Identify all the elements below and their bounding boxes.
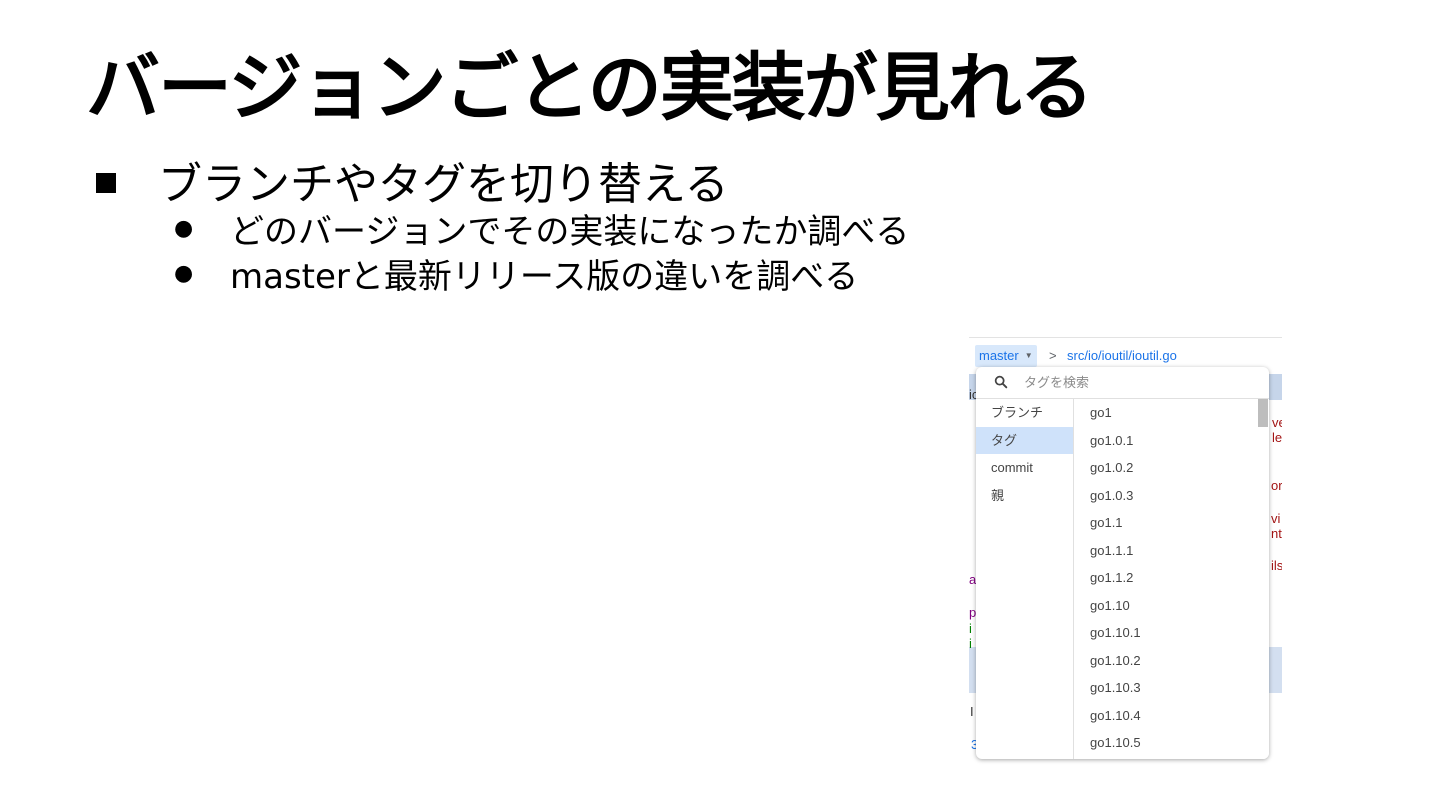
tag-item[interactable]: go1.1.1: [1074, 537, 1269, 565]
tag-list-scrollbar[interactable]: [1257, 399, 1269, 759]
tag-item[interactable]: go1: [1074, 399, 1269, 427]
category-tags[interactable]: タグ: [976, 426, 1073, 454]
tag-item[interactable]: go1.10.2: [1074, 647, 1269, 675]
code-fragment: nt: [1271, 526, 1282, 541]
tag-item[interactable]: go1.0.2: [1074, 454, 1269, 482]
sub-bullet: ● masterと最新リリース版の違いを調べる: [174, 249, 858, 298]
ref-category-list: ブランチ タグ commit 親: [976, 399, 1074, 759]
tag-item[interactable]: go1.10.4: [1074, 702, 1269, 730]
scrollbar-thumb[interactable]: [1258, 399, 1268, 427]
code-fragment: vi: [1271, 511, 1281, 526]
file-path-link[interactable]: src/io/ioutil/ioutil.go: [1067, 348, 1177, 363]
code-fragment: ils: [1271, 558, 1282, 573]
square-bullet-icon: [96, 173, 116, 193]
dot-bullet-icon: ●: [174, 216, 194, 241]
caret-down-icon: ▼: [1024, 351, 1033, 360]
tag-item[interactable]: go1.10: [1074, 592, 1269, 620]
branch-label: master: [979, 348, 1019, 363]
bullet-text: ブランチやタグを切り替える: [158, 159, 729, 210]
slide-title: バージョンごとの実装が見れる: [86, 45, 1094, 131]
breadcrumb-separator: >: [1049, 348, 1057, 363]
category-parent[interactable]: 親: [976, 482, 1073, 510]
tag-list: go1 go1.0.1 go1.0.2 go1.0.3 go1.1 go1.1.…: [1074, 399, 1269, 759]
source-browser-screenshot: ve le or vi nt ils ic ac p i i I 3 maste…: [969, 337, 1282, 770]
code-fragment: i: [969, 621, 972, 636]
tag-search-row: [976, 367, 1269, 399]
sub-bullet-text: どのバージョンでその実装になったか調べる: [230, 212, 910, 252]
tag-item[interactable]: go1.0.1: [1074, 427, 1269, 455]
category-branches[interactable]: ブランチ: [976, 399, 1073, 427]
tag-item[interactable]: go1.1.2: [1074, 564, 1269, 592]
branch-selector-button[interactable]: master ▼: [975, 345, 1037, 367]
tag-item[interactable]: go1.10.5: [1074, 729, 1269, 757]
tag-item[interactable]: go1.0.3: [1074, 482, 1269, 510]
category-commit[interactable]: commit: [976, 454, 1073, 482]
code-fragment: I: [970, 704, 974, 719]
tag-item[interactable]: go1.10.3: [1074, 674, 1269, 702]
tag-search-input[interactable]: [1024, 373, 1244, 391]
search-icon: [994, 375, 1008, 389]
tag-item[interactable]: go1.1: [1074, 509, 1269, 537]
tag-item[interactable]: go1.10.1: [1074, 619, 1269, 647]
sub-bullet: ● どのバージョンでその実装になったか調べる: [174, 204, 909, 253]
code-fragment: le: [1272, 430, 1282, 445]
ref-selector-dropdown: ブランチ タグ commit 親 go1 go1.0.1 go1.0.2 go1…: [976, 367, 1269, 759]
bullet-level1: ブランチやタグを切り替える: [96, 148, 729, 212]
code-fragment: i: [969, 636, 972, 651]
code-fragment: or: [1271, 478, 1282, 493]
code-fragment: ve: [1272, 415, 1282, 430]
sub-bullet-text: masterと最新リリース版の違いを調べる: [230, 257, 859, 297]
dot-bullet-icon: ●: [174, 261, 194, 286]
